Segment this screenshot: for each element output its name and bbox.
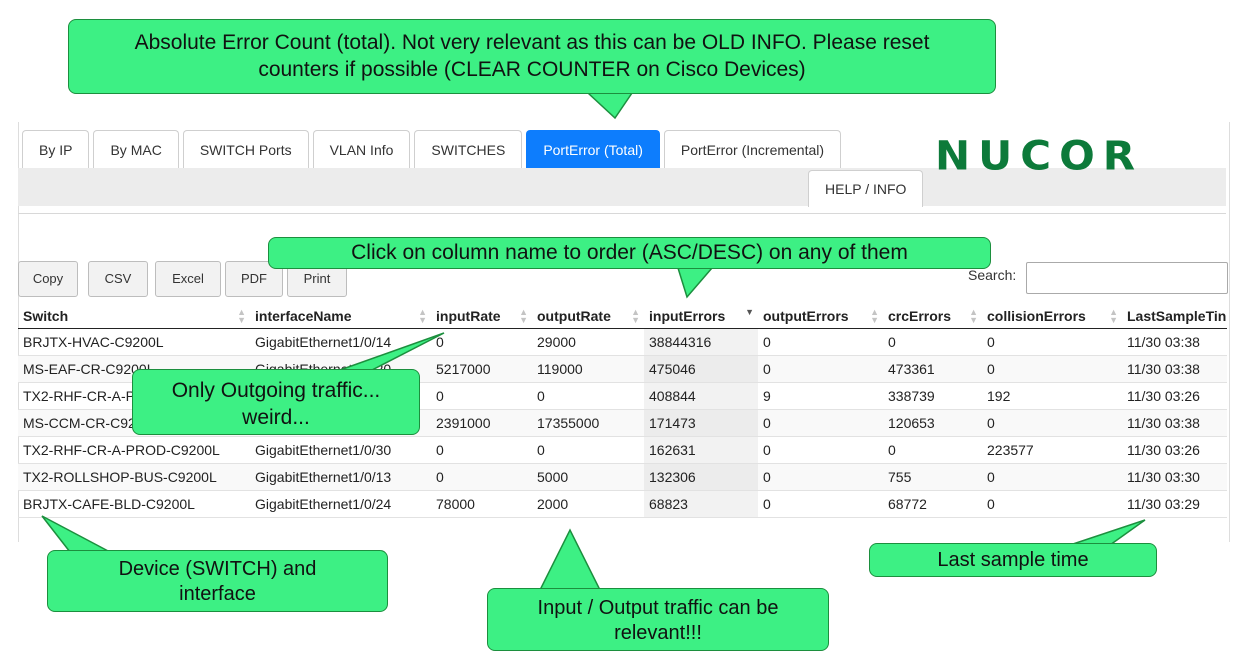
pointer-column: [676, 267, 714, 299]
callout-device: Device (SWITCH) and interface: [47, 550, 388, 612]
pointer-outgoing: [339, 332, 445, 371]
callout-io: Input / Output traffic can be relevant!!…: [487, 588, 829, 651]
callout-last-sample: Last sample time: [869, 543, 1157, 577]
pointer-io: [538, 528, 602, 591]
pointer-last: [1069, 519, 1146, 546]
pointer-top: [586, 92, 634, 120]
callout-top: Absolute Error Count (total). Not very r…: [68, 19, 996, 94]
callout-column: Click on column name to order (ASC/DESC)…: [268, 237, 991, 269]
pointer-device: [41, 515, 111, 553]
callout-outgoing: Only Outgoing traffic... weird...: [132, 369, 420, 435]
